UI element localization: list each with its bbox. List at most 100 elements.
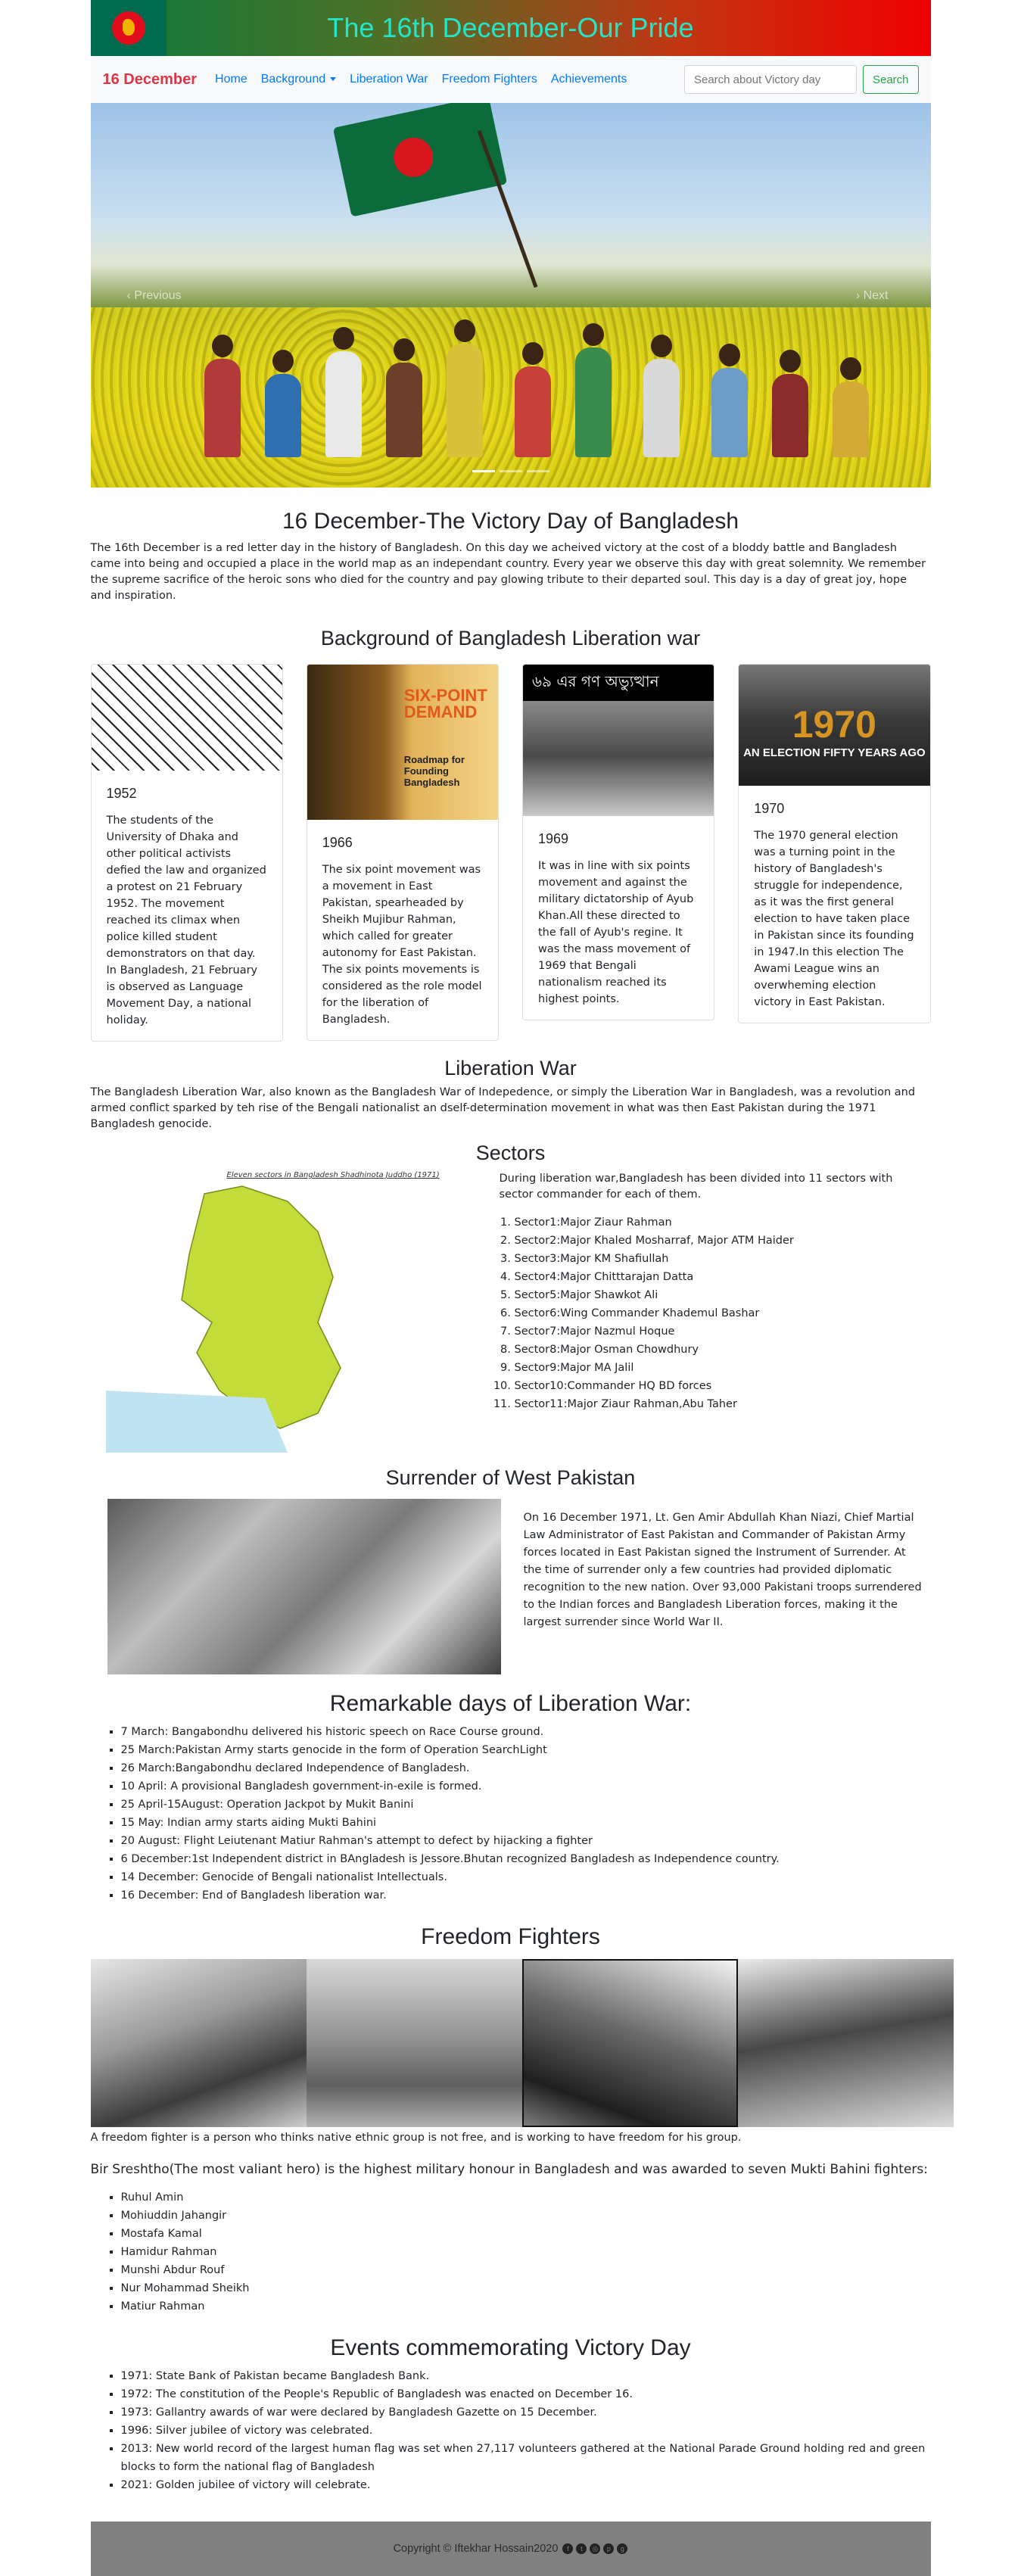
liberation-text: The Bangladesh Liberation War, also know…	[90, 1086, 916, 1130]
surrender-section: On 16 December 1971, Lt. Gen Amir Abdull…	[91, 1499, 931, 1674]
nav-background-dropdown[interactable]: Background	[260, 73, 337, 86]
liberation-title: Liberation War	[444, 1057, 577, 1079]
intro-title: 16 December-The Victory Day of Banglades…	[282, 509, 739, 534]
background-title: Background of Bangladesh Liberation war	[320, 627, 701, 649]
list-item: 2013: New world record of the largest hu…	[121, 2440, 931, 2476]
list-item: 15 May: Indian army starts aiding Mukti …	[121, 1814, 931, 1832]
card-1969: ৬৯ এর গণ অভ্যুত্থান 1969 It was in line …	[522, 664, 715, 1020]
nav-achievements[interactable]: Achievements	[551, 73, 627, 86]
bangladesh-flag-image	[332, 103, 507, 217]
card-1966: SIX-POINT DEMAND Roadmap for Founding Ba…	[306, 664, 499, 1041]
list-item: Matiur Rahman	[121, 2297, 931, 2316]
list-item: 1996: Silver jubilee of victory was cele…	[121, 2422, 931, 2440]
child-figure	[446, 319, 483, 457]
child-figure	[385, 338, 422, 457]
carousel-previous-button[interactable]: ‹ Previous	[127, 289, 182, 303]
list-item: Sector10:Commander HQ BD forces	[515, 1377, 923, 1395]
footer: Copyright © Iftekhar Hossain2020 f t ◎ p…	[90, 2521, 931, 2576]
card-year: 1970	[754, 801, 785, 816]
sectors-list: Sector1:Major Ziaur Rahman Sector2:Major…	[515, 1213, 923, 1413]
list-item: Sector5:Major Shawkot Ali	[515, 1286, 923, 1304]
carousel-indicator[interactable]	[526, 470, 549, 472]
chevron-down-icon	[330, 77, 337, 82]
list-item: Sector3:Major KM Shafiullah	[515, 1250, 923, 1268]
hero-carousel: ‹ Previous › Next	[90, 103, 931, 487]
six-point-image-subtitle: Roadmap for Founding Bangladesh	[403, 754, 465, 788]
list-item: 14 December: Genocide of Bengali nationa…	[121, 1868, 931, 1886]
list-item: Mohiuddin Jahangir	[121, 2207, 931, 2225]
list-item: 16 December: End of Bangladesh liberatio…	[121, 1886, 931, 1905]
nav-freedom-fighters[interactable]: Freedom Fighters	[442, 73, 537, 86]
navbar-brand[interactable]: 16 December	[103, 71, 198, 89]
carousel-indicator[interactable]	[499, 470, 522, 472]
footer-copyright: Copyright © Iftekhar Hossain2020	[393, 2543, 559, 2555]
carousel-next-label: Next	[863, 289, 889, 302]
list-item: Ruhul Amin	[121, 2188, 931, 2207]
google-plus-icon[interactable]: g	[617, 2543, 628, 2554]
child-figure	[643, 335, 680, 457]
fighter-photo	[521, 1959, 738, 2127]
remarkable-title: Remarkable days of Liberation War:	[329, 1691, 692, 1716]
intro-text: The 16th December is a red letter day in…	[90, 542, 926, 602]
search-button[interactable]: Search	[862, 65, 919, 94]
pinterest-icon[interactable]: p	[603, 2543, 615, 2554]
list-item: 20 August: Flight Leiutenant Matiur Rahm…	[121, 1832, 931, 1850]
header-banner: The 16th December-Our Pride	[90, 0, 931, 56]
instagram-icon[interactable]: ◎	[590, 2543, 601, 2554]
facebook-icon[interactable]: f	[562, 2543, 574, 2554]
carousel-indicator[interactable]	[472, 470, 495, 472]
election-image-subtitle: AN ELECTION FIFTY YEARS AGO	[743, 746, 926, 759]
child-figure	[264, 350, 301, 457]
card-year: 1969	[538, 831, 569, 846]
list-item: Sector8:Major Osman Chowdhury	[515, 1341, 923, 1359]
nav-home[interactable]: Home	[215, 73, 247, 86]
twitter-icon[interactable]: t	[576, 2543, 587, 2554]
list-item: 1971: State Bank of Pakistan became Bang…	[121, 2367, 931, 2385]
card-text: The students of the University of Dhaka …	[106, 815, 266, 1026]
child-figure	[514, 342, 551, 457]
six-point-demand-image: SIX-POINT DEMAND Roadmap for Founding Ba…	[307, 665, 498, 820]
list-item: Munshi Abdur Rouf	[121, 2261, 931, 2279]
fighter-photo	[306, 1959, 522, 2127]
surrender-text: On 16 December 1971, Lt. Gen Amir Abdull…	[523, 1512, 922, 1628]
navbar: 16 December Home Background Liberation W…	[90, 56, 931, 103]
child-figure	[325, 327, 362, 457]
card-1970: 1970 AN ELECTION FIFTY YEARS AGO 1970 Th…	[738, 664, 931, 1023]
sectors-map-image: Eleven sectors in Bangladesh Shadhinota …	[90, 1171, 469, 1453]
events-title: Events commemorating Victory Day	[330, 2335, 691, 2360]
mass-uprising-image-title: ৬৯ এর গণ অভ্যুত্থান	[532, 672, 659, 690]
card-1952: 1952 The students of the University of D…	[90, 664, 283, 1042]
card-text: It was in line with six points movement …	[538, 860, 694, 1005]
card-year: 1952	[106, 786, 137, 801]
surrender-photo	[107, 1499, 501, 1674]
social-links: f t ◎ p g	[562, 2543, 628, 2554]
list-item: 6 December:1st Independent district in B…	[121, 1850, 931, 1868]
child-figure	[204, 335, 241, 457]
sectors-intro: During liberation war,Bangladesh has bee…	[499, 1173, 893, 1201]
background-cards: 1952 The students of the University of D…	[90, 664, 931, 1042]
child-figure	[574, 323, 612, 457]
fighters-honour: Bir Sreshtho(The most valiant hero) is t…	[90, 2162, 928, 2177]
nav-background-label: Background	[260, 73, 326, 86]
surrender-title: Surrender of West Pakistan	[385, 1466, 636, 1489]
fighters-gallery	[90, 1959, 976, 2127]
mass-uprising-1969-image: ৬৯ এর গণ অভ্যুত্থান	[523, 665, 714, 816]
list-item: Sector9:Major MA Jalil	[515, 1359, 923, 1377]
search-input[interactable]	[683, 65, 857, 94]
list-item: 26 March:Bangabondhu declared Independen…	[121, 1759, 931, 1777]
card-year: 1966	[322, 835, 353, 850]
six-point-image-title: SIX-POINT DEMAND	[403, 686, 487, 721]
list-item: Sector2:Major Khaled Mosharraf, Major AT…	[515, 1232, 923, 1250]
election-1970-image: 1970 AN ELECTION FIFTY YEARS AGO	[739, 665, 930, 786]
fighter-photo	[737, 1959, 954, 2127]
fighter-photo	[90, 1959, 307, 2127]
list-item: 7 March: Bangabondhu delivered his histo…	[121, 1723, 931, 1741]
carousel-next-button[interactable]: › Next	[856, 289, 889, 303]
list-item: 1972: The constitution of the People's R…	[121, 2385, 931, 2403]
card-text: The six point movement was a movement in…	[322, 864, 482, 1026]
list-item: Nur Mohammad Sheikh	[121, 2279, 931, 2297]
list-item: Sector7:Major Nazmul Hoque	[515, 1322, 923, 1341]
list-item: Mostafa Kamal	[121, 2225, 931, 2243]
sectors-text: During liberation war,Bangladesh has bee…	[500, 1171, 923, 1453]
nav-liberation-war[interactable]: Liberation War	[350, 73, 428, 86]
